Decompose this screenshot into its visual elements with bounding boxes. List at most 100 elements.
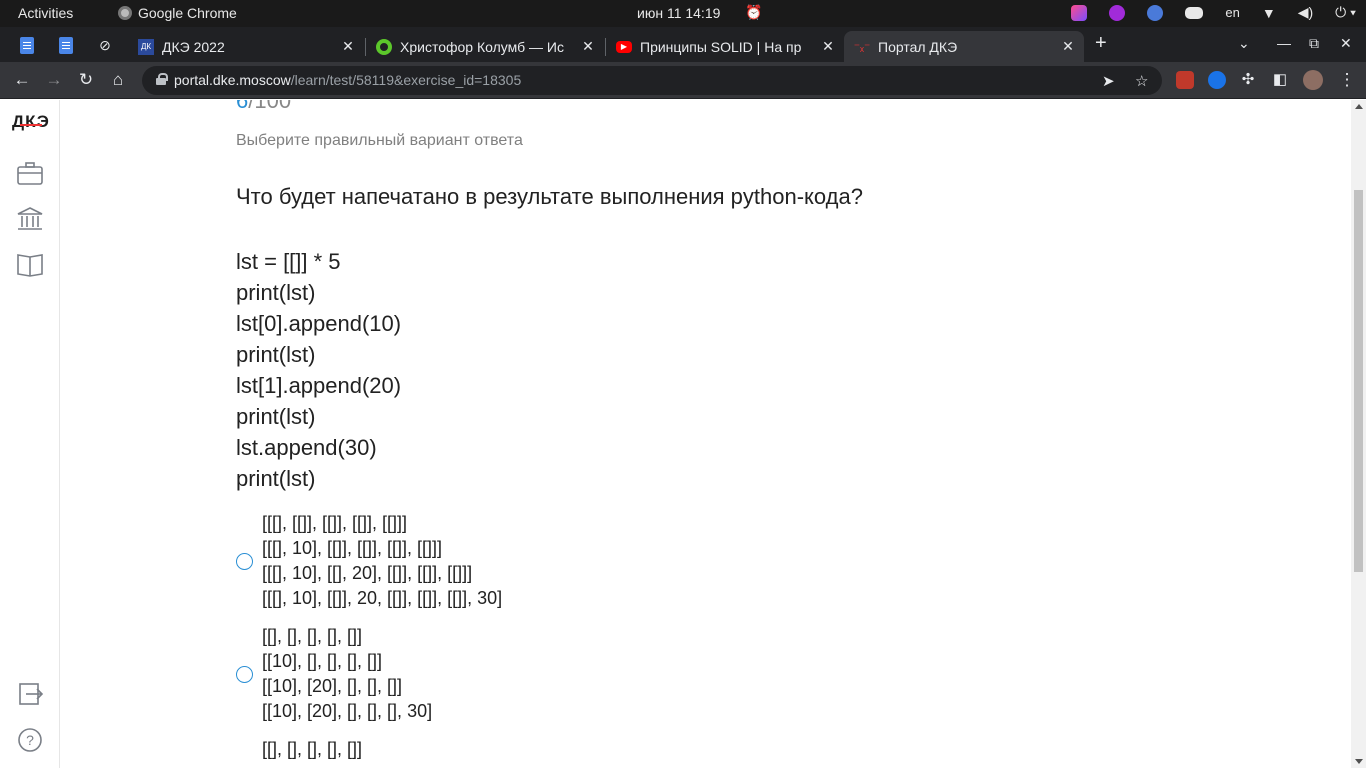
extension-infinity-icon[interactable] [1208, 71, 1226, 89]
tab-portal-dke[interactable]: ⁻ₓ⁻ Портал ДКЭ ✕ [844, 31, 1084, 62]
close-tab-icon[interactable]: ✕ [340, 38, 356, 55]
tab-title: Принципы SOLID | На пр [640, 38, 802, 55]
volume-icon[interactable]: ◀) [1298, 4, 1313, 21]
pinned-tab-docs-1[interactable] [17, 35, 37, 55]
svg-text:?: ? [26, 732, 34, 748]
option-line: [[10], [], [], [], []] [262, 651, 383, 671]
radio-button[interactable] [236, 552, 253, 570]
code-line: print(lst) [236, 404, 316, 429]
docs-icon [20, 36, 34, 54]
scroll-down-arrow[interactable] [1355, 759, 1363, 764]
option-line: [[10], [20], [], [], []] [262, 676, 403, 696]
tab-strip: ⊘ ДК ДКЭ 2022 ✕ Христофор Колумб — Ис ✕ … [0, 27, 1366, 62]
option-line: [[], [], [], [], []] [262, 739, 363, 759]
left-nav: ДКЭ ? [0, 100, 60, 768]
chrome-menu-icon[interactable]: ⋮ [1337, 70, 1357, 90]
side-panel-icon[interactable]: ◧ [1270, 70, 1290, 88]
tray-flame-icon[interactable] [1109, 4, 1126, 21]
chrome-icon [118, 6, 132, 20]
question-text: Что будет напечатано в результате выполн… [236, 184, 863, 209]
lock-icon[interactable] [156, 73, 168, 85]
code-block: lst = [[]] * 5 print(lst) lst[0].append(… [236, 246, 401, 494]
institution-icon[interactable] [16, 206, 44, 232]
app-name: Google Chrome [138, 5, 237, 21]
option-line: [[[], [[]], [[]], [[]], [[]]] [262, 513, 408, 533]
score-counter: 6/100 [236, 100, 291, 114]
tab-title: Портал ДКЭ [878, 38, 958, 55]
green-circle-icon [376, 38, 392, 55]
help-icon[interactable]: ? [16, 727, 44, 753]
docs-icon [59, 36, 73, 54]
home-button[interactable]: ⌂ [108, 70, 128, 90]
activities-button[interactable]: Activities [18, 5, 73, 21]
tab-title: Христофор Колумб — Ис [400, 38, 564, 55]
answer-option-1[interactable]: [[[], [[]], [[]], [[]], [[]]] [[[], 10],… [236, 511, 502, 611]
system-top-bar: Activities Google Chrome июн 11 14:19 ⏰ … [0, 0, 1366, 27]
option-line: [[[], 10], [[]], 20, [[]], [[]], [[]], 3… [262, 588, 503, 608]
alarm-icon: ⏰ [745, 4, 763, 20]
code-line: print(lst) [236, 466, 316, 491]
bookmark-star-icon[interactable]: ☆ [1135, 72, 1148, 90]
option-line: [[[], 10], [[], 20], [[]], [[]], [[]]] [262, 563, 473, 583]
system-tray[interactable]: en ▼ ◀) ⏻ ▾ [1071, 4, 1356, 21]
code-line: lst = [[]] * 5 [236, 249, 341, 274]
extension-mail-icon[interactable] [1176, 71, 1194, 89]
extensions-puzzle-icon[interactable]: ✣ [1238, 70, 1258, 88]
code-line: print(lst) [236, 280, 316, 305]
keyboard-layout[interactable]: en [1225, 5, 1239, 20]
close-tab-icon[interactable]: ✕ [820, 38, 836, 55]
reload-button[interactable]: ↻ [76, 70, 96, 90]
answer-option-3[interactable]: [[], [], [], [], []] [236, 737, 362, 762]
option-line: [[[], 10], [[]], [[]], [[]], [[]]] [262, 538, 443, 558]
briefcase-icon[interactable] [16, 160, 44, 186]
page-content: ДКЭ ? 6/100 Выберите правильный вариант … [0, 100, 1366, 768]
code-line: print(lst) [236, 342, 316, 367]
option-line: [[], [], [], [], []] [262, 626, 363, 646]
minimize-button[interactable]: — [1277, 35, 1291, 51]
option-text: [[], [], [], [], []] [[10], [], [], [], … [262, 624, 432, 724]
option-line: [[10], [20], [], [], [], 30] [262, 701, 433, 721]
radio-button[interactable] [236, 665, 253, 683]
discord-icon[interactable] [1185, 6, 1204, 19]
forward-button[interactable]: → [44, 70, 64, 90]
page-scrollbar[interactable] [1351, 100, 1366, 768]
code-line: lst.append(30) [236, 435, 377, 460]
score-current: 6 [236, 100, 249, 113]
clock[interactable]: июн 11 14:19 [637, 5, 720, 21]
new-tab-button[interactable]: + [1095, 32, 1107, 55]
address-bar[interactable]: portal.dke.moscow/learn/test/58119&exerc… [142, 66, 1162, 95]
pinned-tab-link[interactable]: ⊘ [95, 35, 115, 55]
score-total: /100 [248, 100, 292, 113]
tray-app-icon[interactable] [1071, 4, 1088, 21]
tray-chrome-icon[interactable] [1147, 4, 1164, 21]
tab-dke-2022[interactable]: ДК ДКЭ 2022 ✕ [128, 31, 364, 62]
code-line: lst[0].append(10) [236, 311, 402, 336]
book-icon[interactable] [16, 251, 44, 277]
code-line: lst[1].append(20) [236, 373, 402, 398]
close-tab-icon[interactable]: ✕ [1060, 38, 1076, 55]
dke-logo[interactable]: ДКЭ [12, 112, 50, 132]
power-icon[interactable]: ⏻ ▾ [1335, 4, 1356, 21]
tab-columbus[interactable]: Христофор Колумб — Ис ✕ [366, 31, 604, 62]
close-window-button[interactable]: ✕ [1340, 35, 1352, 52]
link-icon: ⊘ [99, 36, 111, 53]
tab-solid[interactable]: ▶ Принципы SOLID | На пр ✕ [606, 31, 844, 62]
profile-avatar[interactable] [1303, 70, 1323, 90]
tab-search-button[interactable]: ⌄ [1238, 35, 1250, 52]
scrollbar-thumb[interactable] [1354, 190, 1363, 572]
scroll-up-arrow[interactable] [1355, 104, 1363, 109]
url-path: /learn/test/58119&exercise_id=18305 [290, 72, 522, 88]
instruction-text: Выберите правильный вариант ответа [236, 132, 523, 149]
back-button[interactable]: ← [12, 70, 32, 90]
pinned-tab-docs-2[interactable] [56, 35, 76, 55]
maximize-button[interactable]: ⧉ [1309, 35, 1319, 52]
tab-title: ДКЭ 2022 [162, 38, 225, 55]
wifi-icon[interactable]: ▼ [1262, 5, 1276, 21]
send-icon[interactable]: ➤ [1102, 72, 1115, 90]
url-host: portal.dke.moscow [174, 72, 291, 88]
close-tab-icon[interactable]: ✕ [580, 38, 596, 55]
answer-option-2[interactable]: [[], [], [], [], []] [[10], [], [], [], … [236, 624, 432, 724]
dke-icon: ДК [138, 38, 154, 55]
app-menu[interactable]: Google Chrome [118, 5, 237, 21]
logout-icon[interactable] [16, 681, 44, 707]
